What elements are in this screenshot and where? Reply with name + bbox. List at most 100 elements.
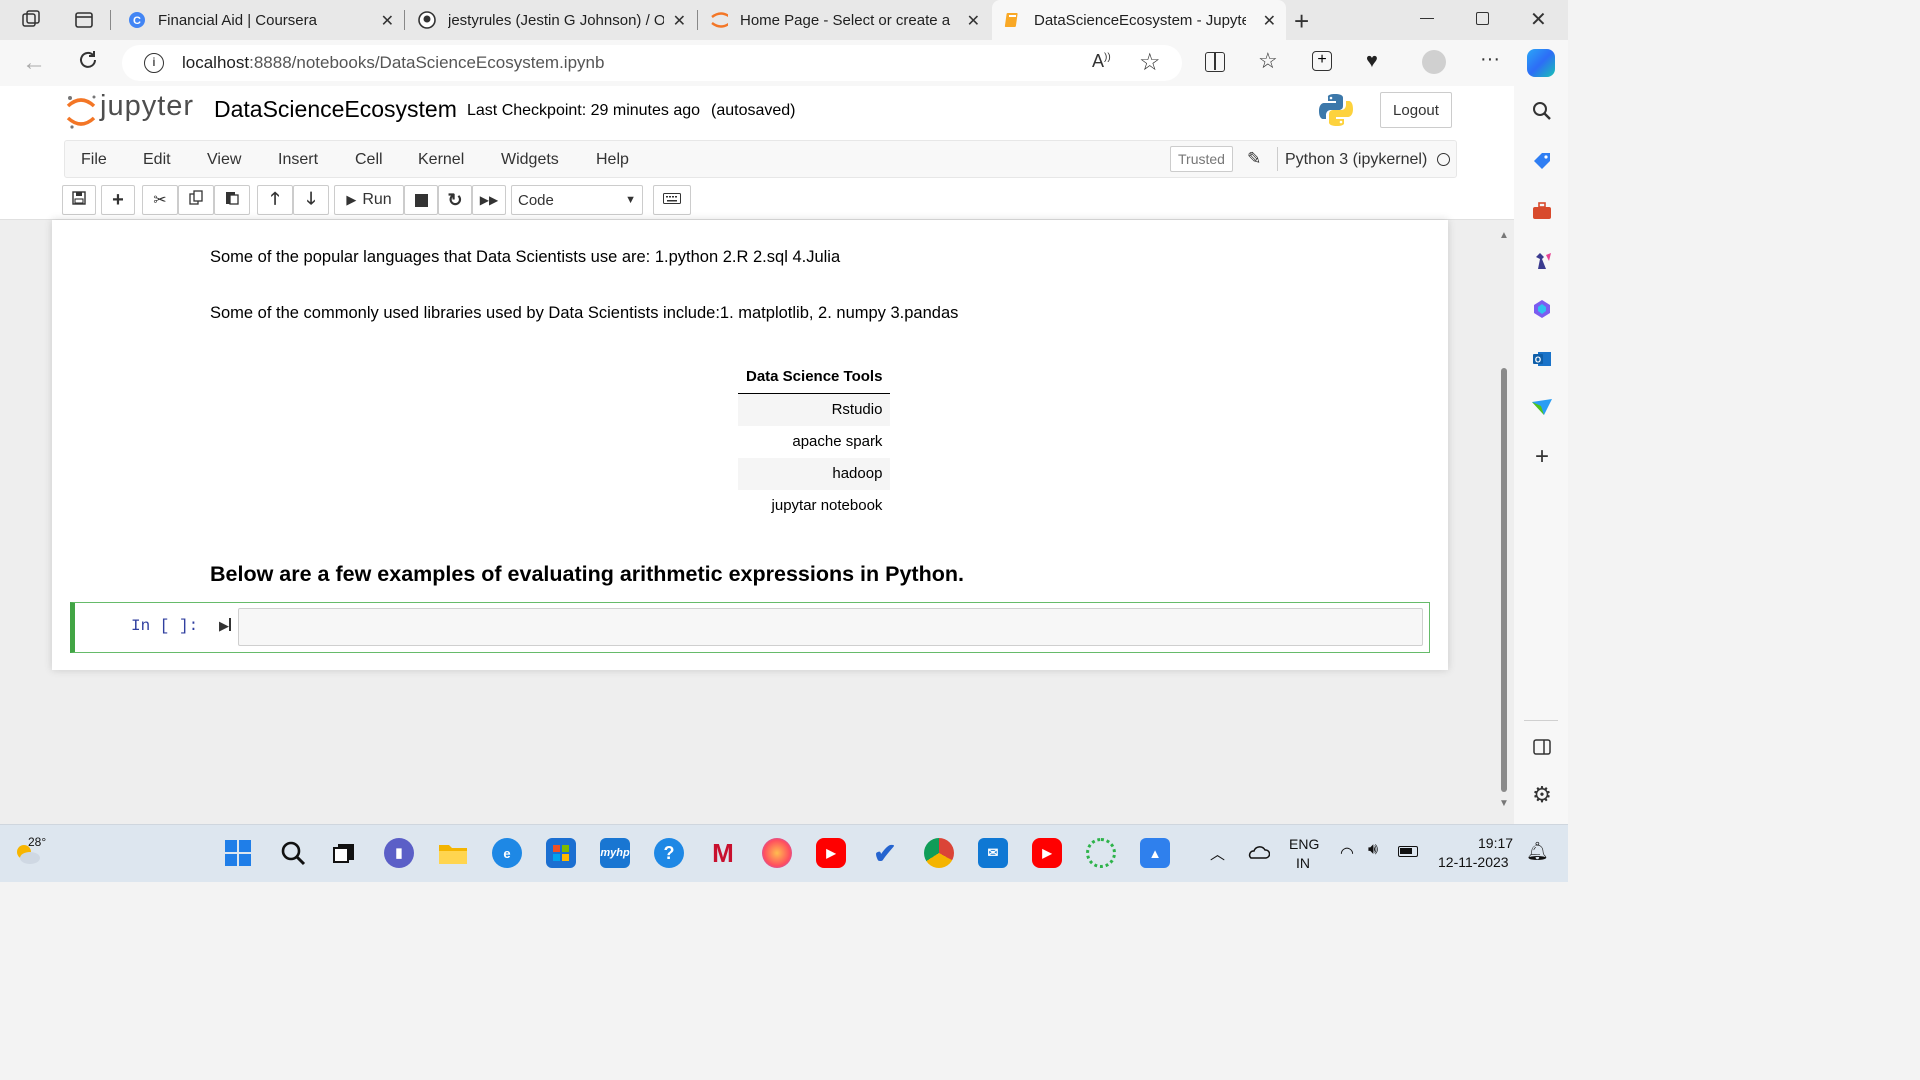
save-button[interactable] (62, 185, 96, 215)
menu-help[interactable]: Help (596, 151, 629, 169)
volume-icon[interactable]: 🔊︎ (1368, 841, 1378, 859)
show-hidden-icons[interactable]: ︿ (1210, 843, 1225, 864)
tools-briefcase-icon[interactable] (1531, 200, 1553, 222)
onedrive-icon[interactable] (1246, 845, 1271, 864)
shopping-tag-icon[interactable] (1531, 150, 1553, 172)
microsoft-365-icon[interactable] (1531, 298, 1553, 320)
close-icon[interactable]: ✕ (967, 11, 980, 31)
cell-type-select[interactable]: Code ▼ (511, 185, 643, 215)
read-aloud-icon[interactable]: A)) (1092, 51, 1111, 72)
task-view-icon[interactable] (330, 838, 360, 868)
teams-chat-icon[interactable]: ▮ (384, 838, 414, 868)
tab-github[interactable]: jestyrules (Jestin G Johnson) / Oc ✕ (410, 0, 696, 40)
split-screen-icon[interactable] (1205, 52, 1225, 72)
menu-cell[interactable]: Cell (355, 151, 383, 169)
collections-icon[interactable]: + (1312, 51, 1332, 71)
photos-icon[interactable]: ▲ (1140, 838, 1170, 868)
paste-button[interactable] (214, 185, 250, 215)
favorites-icon[interactable]: ☆ (1258, 48, 1278, 74)
notebook-name[interactable]: DataScienceEcosystem (214, 96, 457, 123)
run-cell-icon[interactable]: ▶ (219, 618, 231, 634)
temperature[interactable]: 28° (28, 835, 46, 849)
menu-insert[interactable]: Insert (278, 151, 318, 169)
restart-run-all-button[interactable]: ▶▶ (472, 185, 506, 215)
clock-date[interactable]: 12-11-2023 (1438, 854, 1509, 870)
favorite-star-icon[interactable]: ☆ (1139, 48, 1161, 77)
tab-jupyter-home[interactable]: Home Page - Select or create a n ✕ (702, 0, 990, 40)
outlook-icon[interactable]: O (1531, 348, 1553, 370)
store-icon[interactable] (546, 838, 576, 868)
interrupt-button[interactable] (404, 185, 438, 215)
games-icon[interactable] (1531, 250, 1553, 272)
profile-icon[interactable] (1422, 50, 1446, 74)
firefox-icon[interactable] (762, 838, 792, 868)
menu-view[interactable]: View (207, 151, 241, 169)
myhp-icon[interactable]: myhp (600, 838, 630, 868)
move-down-button[interactable]: 🡓 (293, 185, 329, 215)
jupyter-logo-icon[interactable] (64, 94, 98, 130)
copilot-icon[interactable] (1527, 49, 1555, 77)
settings-gear-icon[interactable]: ⚙ (1531, 782, 1553, 807)
restore-icon[interactable] (1476, 12, 1489, 25)
scroll-down-icon[interactable]: ▼ (1499, 798, 1509, 809)
close-icon[interactable]: ✕ (673, 11, 686, 31)
loading-app-icon[interactable] (1086, 838, 1116, 868)
workspaces-icon[interactable] (20, 9, 42, 31)
menu-edit[interactable]: Edit (143, 151, 171, 169)
scrollbar-thumb[interactable] (1501, 368, 1507, 792)
move-up-button[interactable]: 🡑 (257, 185, 293, 215)
wifi-icon[interactable]: ◠ (1340, 843, 1354, 863)
more-icon[interactable]: ··· (1480, 48, 1500, 71)
url-text[interactable]: localhost:8888/notebooks/DataScienceEcos… (182, 53, 604, 73)
clock-time[interactable]: 19:17 (1478, 835, 1513, 851)
language-top[interactable]: ENG (1289, 836, 1319, 852)
window-close-icon[interactable]: ✕ (1530, 7, 1547, 32)
code-cell[interactable]: In [ ]: ▶ (70, 602, 1430, 653)
kernel-name[interactable]: Python 3 (ipykernel) (1285, 151, 1427, 169)
mcafee-icon[interactable]: M (708, 838, 738, 868)
file-explorer-icon[interactable] (438, 838, 468, 868)
close-icon[interactable]: ✕ (1263, 11, 1276, 31)
notification-bell-icon[interactable]: 🔔︎ (1526, 841, 1549, 862)
menu-file[interactable]: File (81, 151, 107, 169)
help-icon[interactable]: ? (654, 838, 684, 868)
refresh-icon[interactable] (76, 48, 100, 77)
search-icon[interactable] (1531, 100, 1553, 122)
chrome-profile-icon[interactable] (924, 838, 954, 868)
sidebar-toggle-icon[interactable] (1531, 736, 1553, 758)
tab-coursera[interactable]: C Financial Aid | Coursera ✕ (118, 0, 404, 40)
trusted-badge[interactable]: Trusted (1170, 146, 1233, 172)
youtube-profile-icon[interactable]: ▶ (1032, 838, 1062, 868)
edge-browser-icon[interactable]: e (492, 838, 522, 868)
copy-button[interactable] (178, 185, 214, 215)
start-icon[interactable] (223, 838, 253, 868)
add-icon[interactable]: + (1531, 443, 1553, 470)
insert-cell-button[interactable]: + (101, 185, 135, 215)
health-extension-icon[interactable]: ♥ (1366, 50, 1378, 73)
url-box[interactable]: i localhost:8888/notebooks/DataScienceEc… (122, 45, 1182, 81)
search-taskbar-icon[interactable] (278, 838, 308, 868)
logout-button[interactable]: Logout (1380, 92, 1452, 128)
scroll-up-icon[interactable]: ▲ (1499, 230, 1509, 241)
send-icon[interactable] (1531, 396, 1553, 418)
youtube-icon[interactable]: ▶ (816, 838, 846, 868)
edit-pencil-icon[interactable]: ✎ (1247, 149, 1261, 169)
mail-icon[interactable]: ✉ (978, 838, 1008, 868)
close-icon[interactable]: ✕ (381, 11, 394, 31)
code-input[interactable] (238, 608, 1423, 646)
menu-widgets[interactable]: Widgets (501, 151, 559, 169)
command-palette-button[interactable] (653, 185, 691, 215)
back-icon[interactable]: ← (22, 49, 46, 77)
cut-button[interactable]: ✂ (142, 185, 178, 215)
vertical-scrollbar[interactable]: ▲ ▼ (1496, 230, 1514, 824)
jupyter-logo-text[interactable]: jupyter (100, 90, 194, 123)
language-bottom[interactable]: IN (1296, 855, 1310, 871)
menu-kernel[interactable]: Kernel (418, 151, 464, 169)
todo-icon[interactable]: ✔ (870, 838, 900, 869)
run-button[interactable]: ▶ Run (334, 185, 404, 215)
info-icon[interactable]: i (144, 53, 164, 73)
new-tab-icon[interactable]: + (1294, 6, 1309, 37)
tab-actions-icon[interactable] (73, 9, 95, 31)
restart-button[interactable]: ↻ (438, 185, 472, 215)
minimize-icon[interactable] (1420, 18, 1434, 19)
